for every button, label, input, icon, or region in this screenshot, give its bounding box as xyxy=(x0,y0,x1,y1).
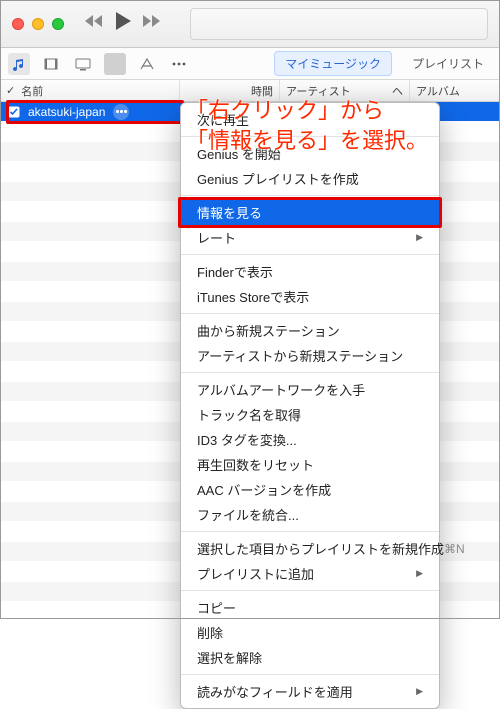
traffic-lights xyxy=(12,18,64,30)
check-header: ✓ xyxy=(6,84,15,97)
menu-get-info[interactable]: 情報を見る xyxy=(181,200,439,225)
menu-reset-plays[interactable]: 再生回数をリセット xyxy=(181,452,439,477)
apps-icon[interactable] xyxy=(136,53,158,75)
menu-add-to-playlist[interactable]: プレイリストに追加 xyxy=(181,561,439,586)
play-icon[interactable] xyxy=(114,11,132,36)
annotation-box-menuitem xyxy=(178,197,442,228)
menu-create-aac[interactable]: AAC バージョンを作成 xyxy=(181,477,439,502)
playback-controls xyxy=(84,11,162,36)
source-bar: マイミュージック プレイリスト xyxy=(0,48,500,80)
menu-shortcut: ⌘N xyxy=(444,542,465,556)
column-header: ✓ 名前 時間 アーティスト ヘ アルバム xyxy=(0,80,500,102)
menu-label: 選択した項目からプレイリストを新規作成 xyxy=(197,539,444,558)
menu-show-in-finder[interactable]: Finderで表示 xyxy=(181,259,439,284)
maximize-icon[interactable] xyxy=(52,18,64,30)
artist-header: アーティスト xyxy=(286,83,351,99)
context-menu: 次に再生 Genius を開始 Genius プレイリストを作成 情報を見る レ… xyxy=(180,102,440,709)
column-name[interactable]: ✓ 名前 xyxy=(0,80,180,101)
close-icon[interactable] xyxy=(12,18,24,30)
column-album[interactable]: アルバム xyxy=(410,80,500,101)
menu-delete[interactable]: 削除 xyxy=(181,620,439,645)
menu-separator xyxy=(181,590,439,591)
annotation-box-row xyxy=(6,100,184,124)
menu-station-from-song[interactable]: 曲から新規ステーション xyxy=(181,318,439,343)
tv-icon[interactable] xyxy=(72,53,94,75)
menu-genius-start[interactable]: Genius を開始 xyxy=(181,141,439,166)
menu-separator xyxy=(181,372,439,373)
menu-separator xyxy=(181,313,439,314)
minimize-icon[interactable] xyxy=(32,18,44,30)
menu-consolidate[interactable]: ファイルを統合... xyxy=(181,502,439,527)
menu-genius-playlist[interactable]: Genius プレイリストを作成 xyxy=(181,166,439,191)
menu-rating[interactable]: レート xyxy=(181,225,439,250)
menu-show-in-store[interactable]: iTunes Storeで表示 xyxy=(181,284,439,309)
lcd-display xyxy=(190,8,488,40)
column-artist[interactable]: アーティスト ヘ xyxy=(280,80,410,101)
menu-get-artwork[interactable]: アルバムアートワークを入手 xyxy=(181,377,439,402)
menu-separator xyxy=(181,674,439,675)
menu-separator xyxy=(181,136,439,137)
movies-icon[interactable] xyxy=(40,53,62,75)
music-icon[interactable] xyxy=(8,53,30,75)
menu-get-tracknames[interactable]: トラック名を取得 xyxy=(181,402,439,427)
menu-separator xyxy=(181,531,439,532)
menu-new-playlist-from-sel[interactable]: 選択した項目からプレイリストを新規作成 ⌘N xyxy=(181,536,439,561)
menu-separator xyxy=(181,195,439,196)
window-titlebar xyxy=(0,0,500,48)
media-kind-tabs xyxy=(8,53,190,75)
tab-my-music[interactable]: マイミュージック xyxy=(274,51,392,76)
more-icon[interactable] xyxy=(168,53,190,75)
menu-convert-id3[interactable]: ID3 タグを変換... xyxy=(181,427,439,452)
divider xyxy=(104,53,126,75)
menu-apply-sort-field[interactable]: 読みがなフィールドを適用 xyxy=(181,679,439,704)
menu-station-from-artist[interactable]: アーティストから新規ステーション xyxy=(181,343,439,368)
tab-playlists[interactable]: プレイリスト xyxy=(404,52,492,75)
sort-asc-icon: ヘ xyxy=(392,83,403,99)
menu-deselect[interactable]: 選択を解除 xyxy=(181,645,439,670)
column-time[interactable]: 時間 xyxy=(180,80,280,101)
menu-play-next[interactable]: 次に再生 xyxy=(181,107,439,132)
forward-icon[interactable] xyxy=(142,14,162,33)
rewind-icon[interactable] xyxy=(84,14,104,33)
name-header: 名前 xyxy=(21,83,43,99)
menu-separator xyxy=(181,254,439,255)
menu-copy[interactable]: コピー xyxy=(181,595,439,620)
